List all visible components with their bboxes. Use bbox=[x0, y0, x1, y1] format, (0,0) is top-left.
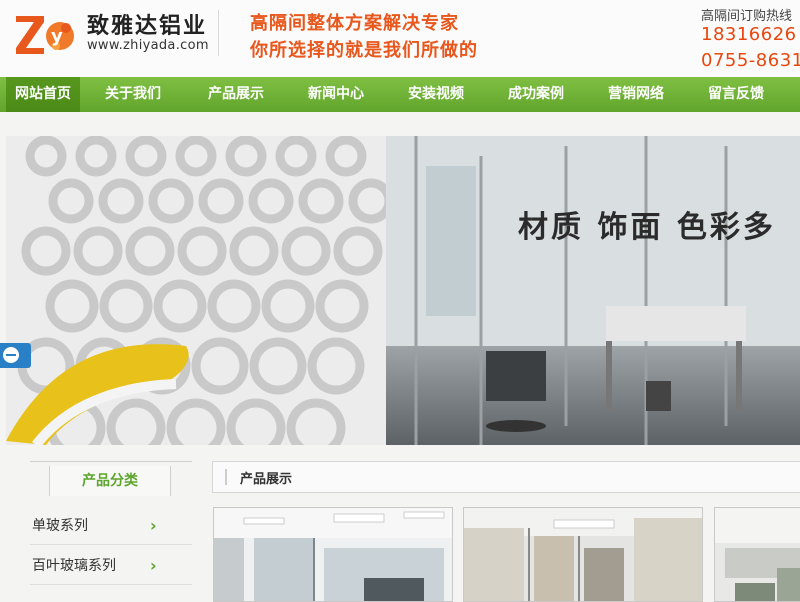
product-thumbnail[interactable] bbox=[213, 507, 453, 602]
category-item-label: 百叶玻璃系列 bbox=[32, 558, 116, 574]
office-glass-partition-photo bbox=[214, 508, 452, 601]
corridor-partition-photo bbox=[464, 508, 702, 601]
products-header: 产品展示 bbox=[212, 461, 800, 493]
hotline-label: 高隔间订购热线 bbox=[701, 9, 793, 24]
banner-caption: 材质 饰面 色彩多 bbox=[518, 210, 776, 245]
header-divider bbox=[218, 10, 219, 56]
hero-banner[interactable]: 材质 饰面 色彩多 bbox=[6, 136, 800, 445]
category-header: 产品分类 bbox=[30, 461, 192, 498]
products-title: 产品展示 bbox=[240, 472, 293, 487]
product-thumbnail[interactable] bbox=[463, 507, 703, 602]
nav-news[interactable]: 新闻中心 bbox=[286, 77, 386, 112]
chevron-right-icon: › bbox=[150, 516, 157, 535]
brand-name: 致雅达铝业 bbox=[87, 14, 208, 39]
minus-circle-icon bbox=[3, 347, 19, 363]
hotline-mobile: 18316626 bbox=[701, 24, 797, 45]
float-collapse-button[interactable] bbox=[0, 343, 31, 368]
category-item-label: 单玻系列 bbox=[32, 518, 88, 534]
banner-office-image bbox=[6, 136, 800, 445]
category-item-louver-glass[interactable]: 百叶玻璃系列 › bbox=[30, 548, 192, 585]
nav-products[interactable]: 产品展示 bbox=[186, 77, 286, 112]
site-header: y 致雅达铝业 www.zhiyada.com 高隔间整体方案解决专家 你所选择… bbox=[0, 0, 800, 77]
main-nav: 网站首页 关于我们 产品展示 新闻中心 安装视频 成功案例 营销网络 留言反馈 bbox=[0, 77, 800, 112]
open-office-photo bbox=[715, 508, 800, 601]
logo-icon[interactable]: y bbox=[14, 10, 78, 58]
hotline-landline: 0755-8631 bbox=[701, 50, 800, 71]
nav-install-video[interactable]: 安装视频 bbox=[386, 77, 486, 112]
category-item-single-glass[interactable]: 单玻系列 › bbox=[30, 508, 192, 545]
slogan-line-1: 高隔间整体方案解决专家 bbox=[250, 13, 459, 34]
nav-cases[interactable]: 成功案例 bbox=[486, 77, 586, 112]
nav-sales-network[interactable]: 营销网络 bbox=[586, 77, 686, 112]
product-thumbnail[interactable] bbox=[714, 507, 800, 602]
nav-about[interactable]: 关于我们 bbox=[80, 77, 186, 112]
category-title: 产品分类 bbox=[49, 466, 171, 496]
brand-url: www.zhiyada.com bbox=[87, 38, 209, 53]
nav-home[interactable]: 网站首页 bbox=[6, 77, 80, 112]
slogan-line-2: 你所选择的就是我们所做的 bbox=[250, 40, 478, 61]
svg-text:y: y bbox=[51, 26, 63, 47]
nav-feedback[interactable]: 留言反馈 bbox=[686, 77, 786, 112]
header-bar-decoration bbox=[225, 469, 227, 485]
chevron-right-icon: › bbox=[150, 556, 157, 575]
